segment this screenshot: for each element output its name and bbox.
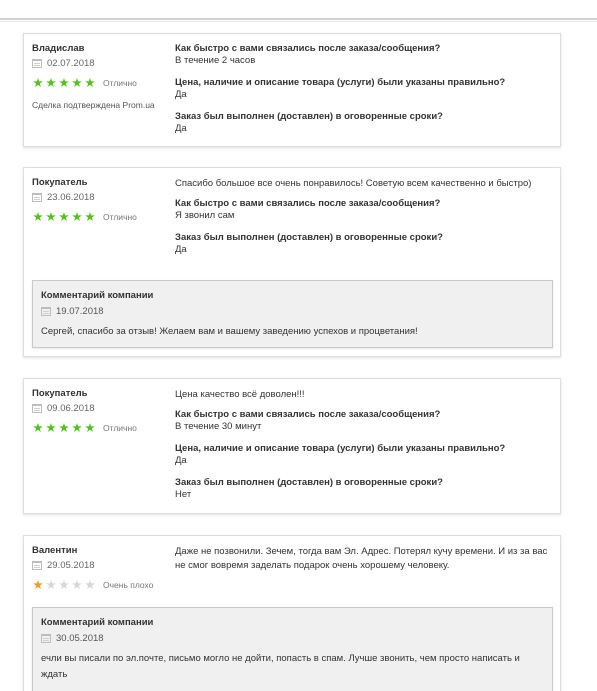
star-icon: ★ (32, 76, 44, 90)
question: Заказ был выполнен (доставлен) в оговоре… (175, 477, 443, 488)
review-author: Владислав (32, 43, 85, 54)
review-author: Покупатель (32, 177, 88, 188)
company-comment-date: 19.07.2018 (41, 306, 104, 317)
question: Цена, наличие и описание товара (услуги)… (175, 443, 506, 454)
company-comment-title: Комментарий компании (41, 290, 154, 301)
star-icon: ★ (45, 578, 57, 592)
star-icon: ★ (71, 421, 83, 435)
company-comment: Комментарий компании 30.05.2018 ечли вы … (32, 607, 553, 691)
answer: Да (175, 455, 187, 466)
rating-label: Отлично (103, 78, 137, 88)
star-icon: ★ (84, 76, 96, 90)
rating-stars: ★ ★ ★ ★ ★ Отлично (32, 210, 137, 224)
company-comment-text: Сергей, спасибо за отзыв! Желаем вам и в… (41, 326, 418, 337)
answer: Да (175, 89, 187, 100)
calendar-icon (32, 59, 42, 68)
review-card: Владислав 02.07.2018 ★ ★ ★ ★ ★ Отлично С… (23, 33, 561, 147)
calendar-icon (32, 561, 42, 570)
company-comment-title: Комментарий компании (41, 617, 154, 628)
rating-label: Отлично (103, 212, 137, 222)
review-text: Спасибо большое все очень понравилось! С… (175, 178, 532, 189)
star-icon: ★ (45, 210, 57, 224)
star-icon: ★ (84, 421, 96, 435)
review-date-text: 29.05.2018 (47, 560, 95, 571)
review-card: Покупатель 23.06.2018 ★ ★ ★ ★ ★ Отлично … (23, 167, 561, 357)
question: Заказ был выполнен (доставлен) в оговоре… (175, 111, 443, 122)
question: Цена, наличие и описание товара (услуги)… (175, 77, 506, 88)
review-date-text: 02.07.2018 (47, 58, 95, 69)
star-icon: ★ (58, 76, 70, 90)
star-icon: ★ (84, 578, 96, 592)
review-content: Даже не позвонили. Зечем, тогда вам Эл. … (175, 545, 550, 580)
review-date: 09.06.2018 (32, 403, 95, 414)
question: Как быстро с вами связались после заказа… (175, 198, 441, 209)
company-comment: Комментарий компании 19.07.2018 Сергей, … (32, 280, 553, 348)
review-card: Валентин 29.05.2018 ★ ★ ★ ★ ★ Очень плох… (23, 535, 561, 691)
answer: Да (175, 123, 187, 134)
answer: В течение 30 минут (175, 421, 262, 432)
star-icon: ★ (58, 578, 70, 592)
question: Как быстро с вами связались после заказа… (175, 409, 441, 420)
review-date: 23.06.2018 (32, 192, 95, 203)
review-date: 02.07.2018 (32, 58, 95, 69)
answer: Да (175, 244, 187, 255)
review-date-text: 23.06.2018 (47, 192, 95, 203)
review-text: Цена качество всё доволен!!! (175, 389, 305, 400)
calendar-icon (41, 307, 51, 316)
star-icon: ★ (71, 210, 83, 224)
star-icon: ★ (71, 76, 83, 90)
answer: Нет (175, 489, 192, 500)
rating-stars: ★ ★ ★ ★ ★ Отлично (32, 76, 137, 90)
star-icon: ★ (71, 578, 83, 592)
calendar-icon (32, 404, 42, 413)
review-content: Как быстро с вами связались после заказа… (175, 43, 550, 145)
top-divider (0, 18, 597, 20)
top-divider-shadow (0, 21, 597, 22)
review-content: Спасибо большое все очень понравилось! С… (175, 177, 550, 266)
review-card: Покупатель 09.06.2018 ★ ★ ★ ★ ★ Отлично … (23, 378, 561, 514)
answer: Я звонил сам (175, 210, 235, 221)
company-comment-text: ечли вы писали по эл.почте, письмо могло… (41, 653, 520, 680)
review-date-text: 09.06.2018 (47, 403, 95, 414)
rating-stars: ★ ★ ★ ★ ★ Очень плохо (32, 578, 154, 592)
verified-deal-label: Сделка подтверждена Prom.ua (32, 100, 155, 110)
review-date: 29.05.2018 (32, 560, 95, 571)
rating-label: Очень плохо (103, 580, 154, 590)
star-icon: ★ (45, 76, 57, 90)
star-icon: ★ (45, 421, 57, 435)
review-content: Цена качество всё доволен!!! Как быстро … (175, 388, 550, 511)
rating-label: Отлично (103, 423, 137, 433)
star-icon: ★ (32, 578, 44, 592)
review-text: Даже не позвонили. Зечем, тогда вам Эл. … (175, 546, 548, 571)
review-author: Покупатель (32, 388, 88, 399)
calendar-icon (41, 634, 51, 643)
question: Заказ был выполнен (доставлен) в оговоре… (175, 232, 443, 243)
company-comment-date: 30.05.2018 (41, 633, 104, 644)
star-icon: ★ (84, 210, 96, 224)
star-icon: ★ (58, 210, 70, 224)
company-comment-date-text: 30.05.2018 (56, 633, 104, 644)
review-author: Валентин (32, 545, 78, 556)
star-icon: ★ (32, 421, 44, 435)
rating-stars: ★ ★ ★ ★ ★ Отлично (32, 421, 137, 435)
company-comment-date-text: 19.07.2018 (56, 306, 104, 317)
star-icon: ★ (32, 210, 44, 224)
calendar-icon (32, 193, 42, 202)
star-icon: ★ (58, 421, 70, 435)
question: Как быстро с вами связались после заказа… (175, 43, 441, 54)
answer: В течение 2 часов (175, 55, 256, 66)
